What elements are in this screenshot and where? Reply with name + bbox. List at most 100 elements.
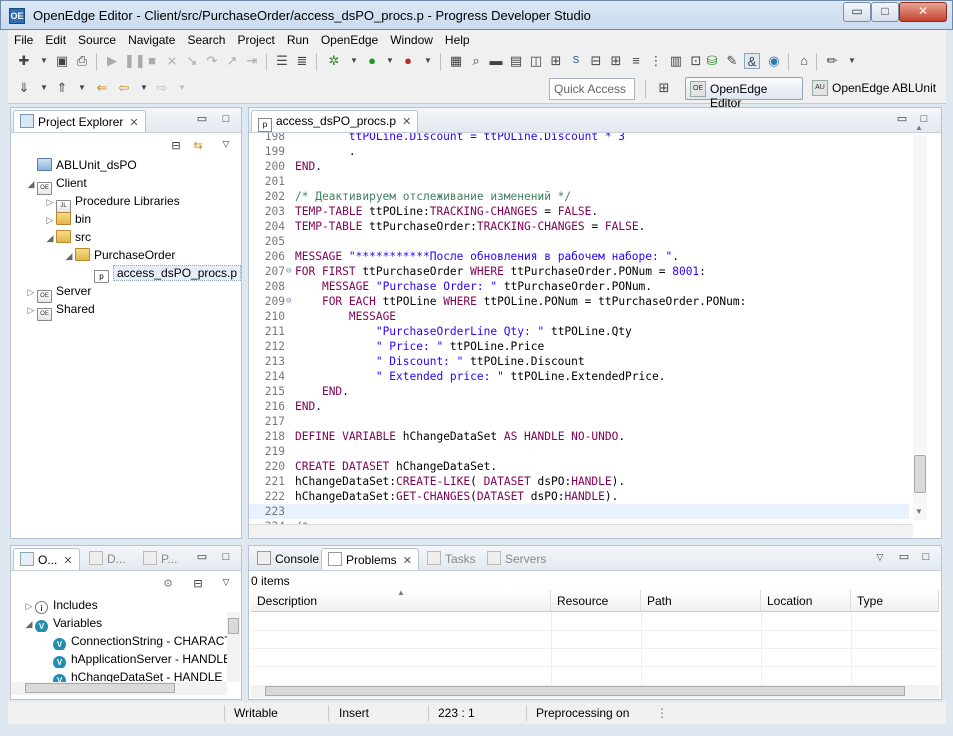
toggle-block-icon[interactable]: ☰ — [274, 53, 290, 69]
code-line[interactable]: 212 " Price: " ttPOLine.Price — [249, 339, 909, 354]
step-over-icon[interactable]: ↷ — [204, 53, 220, 69]
column-description[interactable]: Description ▲ — [251, 590, 551, 612]
external-tools-icon[interactable]: ● — [400, 53, 416, 69]
quick-access-input[interactable]: Quick Access — [549, 78, 635, 100]
code-line[interactable]: 221 hChangeDataSet:CREATE-LIKE( DATASET d… — [249, 474, 909, 489]
fold-toggle-icon[interactable]: ⊖ — [286, 264, 295, 279]
view-menu-icon[interactable]: ▽ — [219, 138, 233, 152]
tree-item[interactable]: ▷ OE Shared — [25, 300, 95, 321]
menu-run[interactable]: Run — [281, 30, 315, 49]
tree-item[interactable]: ◢ PurchaseOrder — [63, 246, 175, 264]
inspect-icon[interactable]: ⌕ — [468, 53, 484, 69]
minimize-view-icon[interactable]: ▭ — [895, 113, 909, 127]
tree-icon[interactable]: ⋮ — [648, 53, 664, 69]
appbuilder-icon[interactable]: ⌂ — [796, 53, 812, 69]
code-line[interactable]: 220 CREATE DATASET hChangeDataSet. — [249, 459, 909, 474]
new-dropdown-icon[interactable]: ▼ — [36, 53, 52, 69]
tab-p[interactable]: P... — [137, 548, 183, 570]
tree-item[interactable]: p access_dsPO_procs.p — [82, 264, 242, 283]
close-tab-icon[interactable]: ✕ — [402, 116, 411, 128]
code-line[interactable]: 209 ⊖ FOR EACH ttPOLine WHERE ttPOLine.PO… — [249, 294, 909, 309]
menu-help[interactable]: Help — [439, 30, 476, 49]
minimize-view-icon[interactable]: ▭ — [897, 551, 911, 565]
forward-dropdown-icon[interactable]: ▼ — [174, 80, 190, 96]
previous-annotation-icon[interactable]: ⇑ — [54, 80, 70, 96]
pencil-dropdown-icon[interactable]: ▼ — [844, 53, 860, 69]
compare-icon[interactable]: ⊡ — [688, 53, 704, 69]
disconnect-icon[interactable]: ⨯ — [164, 53, 180, 69]
expand-toggle-icon[interactable]: ◢ — [23, 615, 35, 632]
tab-project-explorer[interactable]: Project Explorer ✕ — [13, 110, 146, 132]
code-line[interactable]: 210 MESSAGE — [249, 309, 909, 324]
code-line[interactable]: 201 — [249, 174, 909, 189]
minimize-view-icon[interactable]: ▭ — [195, 113, 209, 127]
run-icon[interactable]: ● — [364, 53, 380, 69]
code-line[interactable]: 214 " Extended price: " ttPOLine.Extende… — [249, 369, 909, 384]
expand-toggle-icon[interactable]: ▷ — [25, 301, 37, 319]
globe-icon[interactable]: ◉ — [766, 53, 782, 69]
expand-toggle-icon[interactable]: ◢ — [25, 175, 37, 193]
tree-item[interactable]: ▷ JL Procedure Libraries — [44, 192, 180, 213]
code-line[interactable]: 222 hChangeDataSet:GET-CHANGES(DATASET ds… — [249, 489, 909, 504]
previous-annotation-dropdown-icon[interactable]: ▼ — [74, 80, 90, 96]
perspective-openedge-editor[interactable]: OE OpenEdge Editor — [685, 77, 803, 110]
maximize-view-icon[interactable]: □ — [919, 551, 933, 565]
close-tab-icon[interactable]: ✕ — [129, 117, 138, 129]
view-menu-icon[interactable]: ▽ — [873, 551, 887, 565]
editor-horizontal-scrollbar[interactable] — [249, 524, 913, 538]
expand-toggle-icon[interactable]: ▷ — [25, 283, 37, 301]
properties-icon[interactable]: ▥ — [668, 53, 684, 69]
scrollbar-thumb[interactable] — [914, 455, 926, 493]
step-into-icon[interactable]: ↘ — [184, 53, 200, 69]
tab-problems[interactable]: Problems ✕ — [321, 548, 419, 570]
format-icon[interactable]: ≣ — [294, 53, 310, 69]
tree-item[interactable]: ◢ src — [44, 228, 91, 246]
column-path[interactable]: Path — [641, 590, 761, 612]
outline-item[interactable]: ▷ i Includes — [23, 596, 227, 614]
code-line[interactable]: 218 DEFINE VARIABLE hChangeDataSet AS HAN… — [249, 429, 909, 444]
query-icon[interactable]: ⊟ — [588, 53, 604, 69]
minimize-button[interactable]: ▭ — [843, 2, 871, 22]
code-line[interactable]: 213 " Discount: " ttPOLine.Discount — [249, 354, 909, 369]
tab-editor-file[interactable]: p access_dsPO_procs.p ✕ — [251, 110, 419, 132]
sql-icon[interactable]: S — [568, 53, 584, 69]
table-icon[interactable]: ⊞ — [608, 53, 624, 69]
maximize-button[interactable]: □ — [871, 2, 899, 22]
code-line[interactable]: 206 MESSAGE "***********После обновления … — [249, 249, 909, 264]
code-line[interactable]: 207 ⊖ FOR FIRST ttPurchaseOrder WHERE ttPu… — [249, 264, 909, 279]
list-icon[interactable]: ≡ — [628, 53, 644, 69]
ampersand-icon[interactable]: & — [744, 53, 760, 69]
tab-outline[interactable]: O... ✕ — [13, 548, 80, 570]
code-line[interactable]: 200 END. — [249, 159, 909, 174]
scrollbar-thumb[interactable] — [25, 683, 175, 693]
problems-table[interactable]: Description ▲ Resource Path Location Type — [251, 590, 939, 685]
print-icon[interactable]: ⎙ — [74, 53, 90, 69]
menu-navigate[interactable]: Navigate — [122, 30, 181, 49]
expand-toggle-icon[interactable]: ◢ — [63, 247, 75, 265]
tab-console[interactable]: Console — [251, 548, 325, 570]
tree-item[interactable]: ABLUnit_dsPO — [25, 156, 137, 174]
code-line[interactable]: 215 END. — [249, 384, 909, 399]
new-icon[interactable]: ✚ — [16, 53, 32, 69]
collapse-all-icon[interactable]: ⊟ — [169, 140, 183, 154]
external-tools-dropdown-icon[interactable]: ▼ — [420, 53, 436, 69]
grid-icon[interactable]: ▦ — [448, 53, 464, 69]
suspend-icon[interactable]: ❚❚ — [124, 53, 146, 69]
scrollbar-thumb[interactable] — [228, 618, 239, 634]
outline-item[interactable]: ◢ V Variables — [23, 614, 227, 632]
scrollbar-thumb[interactable] — [265, 686, 905, 696]
maximize-view-icon[interactable]: □ — [219, 113, 233, 127]
debug-dropdown-icon[interactable]: ▼ — [346, 53, 362, 69]
tree-item[interactable]: ▷ OE Server — [25, 282, 91, 303]
run-dropdown-icon[interactable]: ▼ — [382, 53, 398, 69]
resume-icon[interactable]: ▶ — [104, 53, 120, 69]
menu-source[interactable]: Source — [72, 30, 122, 49]
link-with-editor-icon[interactable]: ⇆ — [191, 140, 205, 154]
tab-servers[interactable]: Servers — [481, 548, 552, 570]
expand-toggle-icon[interactable]: ◢ — [44, 229, 56, 247]
outline-horizontal-scrollbar[interactable] — [11, 682, 227, 695]
next-annotation-dropdown-icon[interactable]: ▼ — [36, 80, 52, 96]
maximize-view-icon[interactable]: □ — [219, 551, 233, 565]
console-icon[interactable]: ▬ — [488, 53, 504, 69]
code-line[interactable]: 205 — [249, 234, 909, 249]
